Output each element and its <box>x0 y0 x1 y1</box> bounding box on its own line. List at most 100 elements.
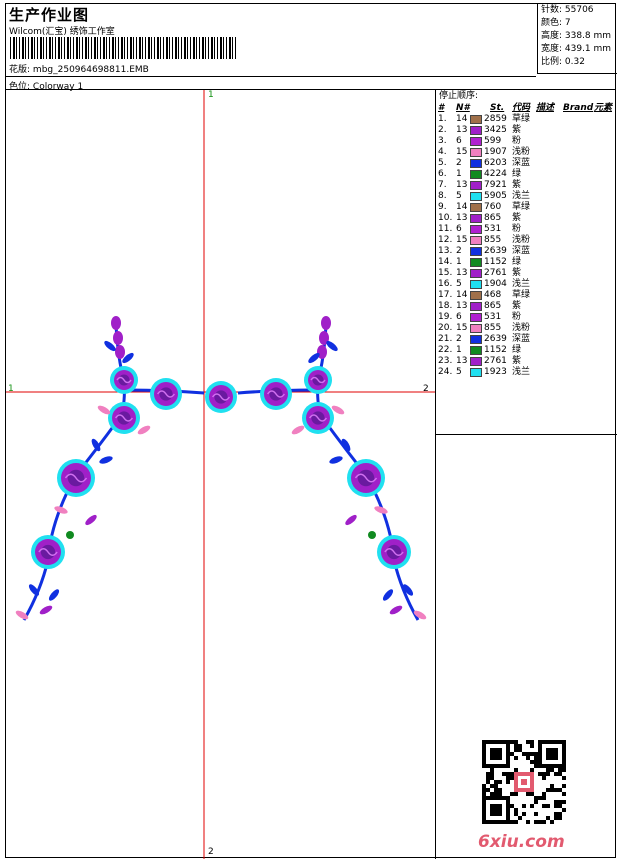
stop-sequence-panel: 停止顺序: # N# St. 代码 描述 Brand 元素 1. 14 2859 草绿… <box>436 90 617 435</box>
stop-stitches: 1904 <box>484 279 507 289</box>
stop-row: 6. 1 4224 绿 <box>436 169 617 180</box>
stop-needle: 15 <box>456 235 468 245</box>
color-swatch <box>470 115 482 124</box>
stop-code: 草绿 <box>512 114 531 124</box>
stop-needle: 13 <box>456 213 468 223</box>
stop-needle: 1 <box>456 345 462 355</box>
stop-needle: 5 <box>456 279 462 289</box>
stop-stitches: 4224 <box>484 169 507 179</box>
stop-needle: 13 <box>456 180 468 190</box>
stop-stitches: 2639 <box>484 334 507 344</box>
stop-row: 18. 13 865 紫 <box>436 301 617 312</box>
stop-row: 5. 2 6203 深蓝 <box>436 158 617 169</box>
stop-table-body: 1. 14 2859 草绿 2. 13 3425 紫 3. 6 599 粉 4. 15 1907 浅粉 5. 2 6… <box>436 114 617 378</box>
stop-code: 紫 <box>512 356 522 366</box>
stop-index: 12. <box>438 235 453 245</box>
leaf <box>99 456 113 464</box>
spec-height: 高度: 338.8 mm <box>541 31 612 41</box>
stop-code: 绿 <box>512 345 522 355</box>
stop-stitches: 865 <box>484 213 502 223</box>
color-swatch <box>470 280 482 289</box>
qr-code-icon <box>482 740 566 824</box>
stop-row: 14. 1 1152 绿 <box>436 257 617 268</box>
stop-code: 绿 <box>512 257 522 267</box>
studio-name: Wilcom(汇宝) 绣饰工作室 <box>9 27 115 37</box>
stop-index: 1. <box>438 114 447 124</box>
stop-row: 4. 15 1907 浅粉 <box>436 147 617 158</box>
stop-code: 紫 <box>512 268 522 278</box>
stop-index: 7. <box>438 180 447 190</box>
color-swatch <box>470 324 482 333</box>
color-swatch <box>470 368 482 377</box>
stop-index: 18. <box>438 301 453 311</box>
header-brand: Brand <box>563 103 594 113</box>
color-swatch <box>470 291 482 300</box>
stop-needle: 2 <box>456 246 462 256</box>
stop-row: 9. 14 760 草绿 <box>436 202 617 213</box>
color-swatch <box>470 126 482 135</box>
watermark-text: 6xiu.com <box>478 832 565 852</box>
floral-motif <box>15 316 427 621</box>
production-sheet: 生产作业图 Wilcom(汇宝) 绣饰工作室 花版: mbg_250964698… <box>5 3 617 859</box>
stop-code: 深蓝 <box>512 246 531 256</box>
stop-row: 24. 5 1923 浅兰 <box>436 367 617 378</box>
stop-stitches: 599 <box>484 136 502 146</box>
stop-index: 13. <box>438 246 453 256</box>
stop-row: 3. 6 599 粉 <box>436 136 617 147</box>
stop-needle: 1 <box>456 257 462 267</box>
leaf <box>329 456 343 464</box>
stop-index: 22. <box>438 345 453 355</box>
header-code: 代码 <box>512 103 531 113</box>
spec-scale: 比例: 0.32 <box>541 57 585 67</box>
stop-index: 9. <box>438 202 447 212</box>
color-swatch <box>470 170 482 179</box>
leaf <box>345 514 357 526</box>
stop-needle: 6 <box>456 312 462 322</box>
stop-code: 深蓝 <box>512 334 531 344</box>
stop-code: 浅兰 <box>512 279 531 289</box>
stop-index: 8. <box>438 191 447 201</box>
spec-width: 宽度: 439.1 mm <box>541 44 612 54</box>
stop-code: 粉 <box>512 224 522 234</box>
stop-row: 22. 1 1152 绿 <box>436 345 617 356</box>
color-swatch <box>470 269 482 278</box>
stop-needle: 6 <box>456 136 462 146</box>
color-swatch <box>470 357 482 366</box>
stop-needle: 15 <box>456 147 468 157</box>
stop-row: 16. 5 1904 浅兰 <box>436 279 617 290</box>
stop-stitches: 7921 <box>484 180 507 190</box>
stop-row: 19. 6 531 粉 <box>436 312 617 323</box>
color-swatch <box>470 313 482 322</box>
bud <box>115 345 125 359</box>
color-swatch <box>470 203 482 212</box>
axis-top-label: 1 <box>208 90 214 100</box>
stop-needle: 13 <box>456 301 468 311</box>
axis-right-label: 2 <box>423 384 429 394</box>
leaf <box>85 514 97 526</box>
axis-bottom-label: 2 <box>208 847 214 857</box>
stop-needle: 13 <box>456 268 468 278</box>
stop-stitches: 6203 <box>484 158 507 168</box>
stop-stitches: 531 <box>484 312 502 322</box>
stop-row: 21. 2 2639 深蓝 <box>436 334 617 345</box>
leaf <box>48 589 60 601</box>
stop-index: 3. <box>438 136 447 146</box>
axis-left-label: 1 <box>8 384 14 394</box>
stop-stitches: 1152 <box>484 257 507 267</box>
stop-row: 2. 13 3425 紫 <box>436 125 617 136</box>
stop-needle: 15 <box>456 323 468 333</box>
color-swatch <box>470 192 482 201</box>
stop-stitches: 2859 <box>484 114 507 124</box>
design-preview: 1 2 1 2 <box>6 90 436 859</box>
color-swatch <box>470 214 482 223</box>
stop-row: 23. 13 2761 紫 <box>436 356 617 367</box>
stop-index: 15. <box>438 268 453 278</box>
stop-index: 10. <box>438 213 453 223</box>
leaf <box>382 589 394 601</box>
stop-code: 紫 <box>512 125 522 135</box>
stop-index: 6. <box>438 169 447 179</box>
stop-stitches: 468 <box>484 290 502 300</box>
stop-stitches: 3425 <box>484 125 507 135</box>
stop-stitches: 2639 <box>484 246 507 256</box>
stop-index: 21. <box>438 334 453 344</box>
